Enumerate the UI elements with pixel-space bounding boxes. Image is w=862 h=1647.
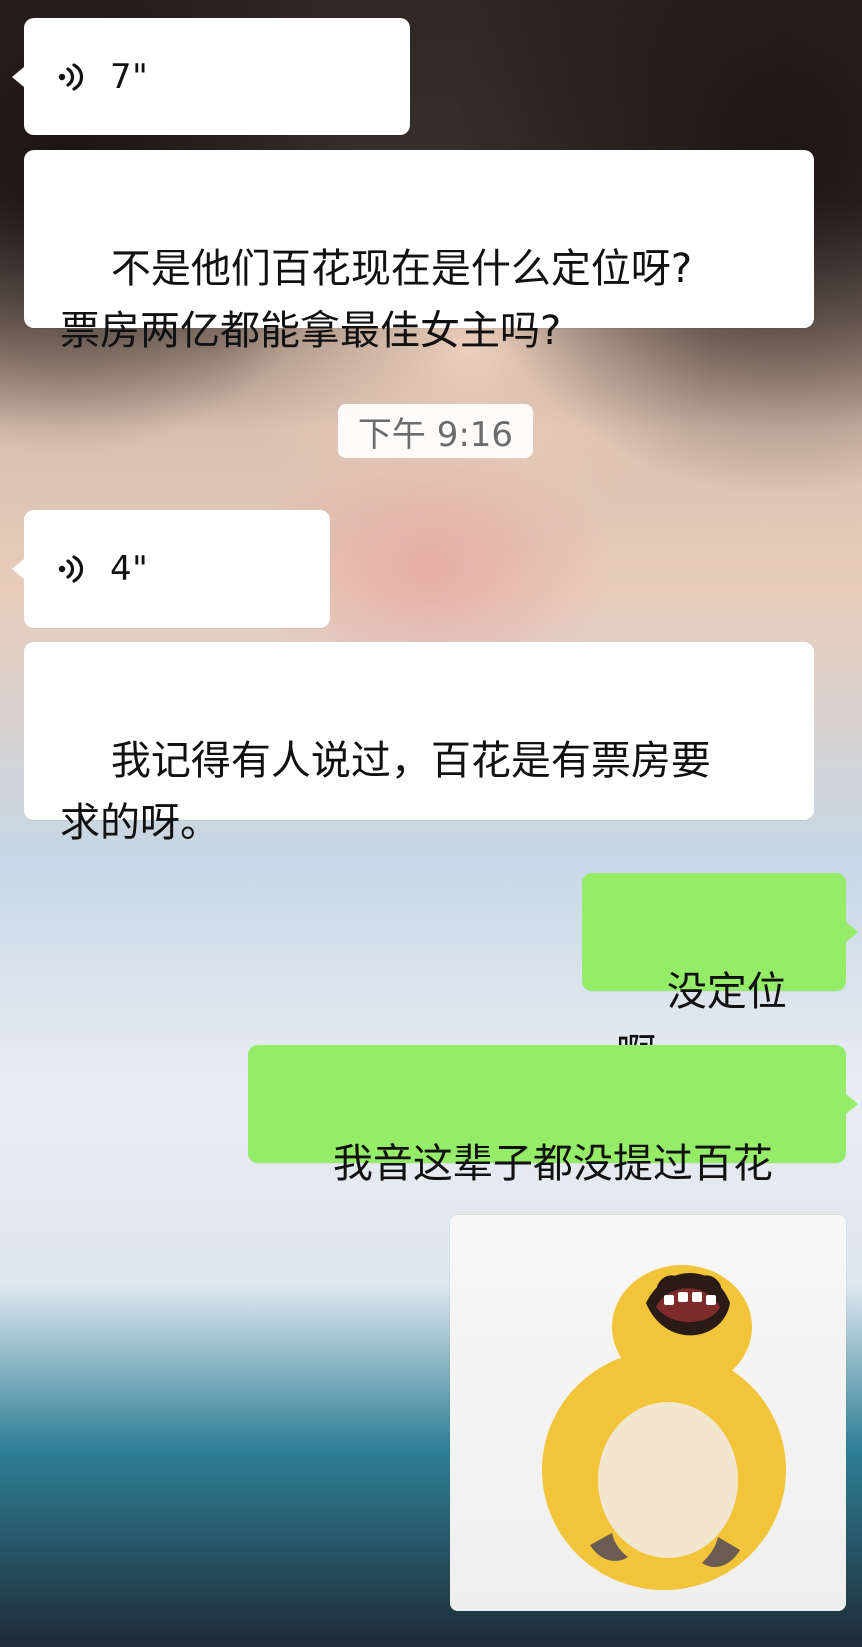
voice-duration: 4" xyxy=(110,549,149,589)
chat-thread: 7" 不是他们百花现在是什么定位呀? 票房两亿都能拿最佳女主吗? 下午 9:16… xyxy=(0,0,862,1647)
voice-duration: 7" xyxy=(110,56,149,97)
voice-wave-icon xyxy=(52,549,92,589)
text-message-bubble[interactable]: 没定位啊 xyxy=(582,873,846,1077)
sticker-message[interactable] xyxy=(450,1215,846,1611)
message-timestamp: 下午 9:16 xyxy=(338,404,533,458)
text-message-bubble[interactable]: 我记得有人说过，百花是有票房要 求的呀。 xyxy=(24,642,814,846)
laughing-yellow-monster-sticker xyxy=(450,1215,846,1611)
message-text: 我记得有人说过，百花是有票房要 求的呀。 xyxy=(60,738,711,846)
voice-wave-icon xyxy=(52,57,92,97)
timestamp-text: 下午 9:16 xyxy=(357,414,514,455)
voice-message-bubble[interactable]: 7" xyxy=(24,18,410,135)
text-message-bubble[interactable]: 我音这辈子都没提过百花 xyxy=(248,1045,846,1187)
message-text: 我音这辈子都没提过百花 xyxy=(332,1141,773,1187)
text-message-bubble[interactable]: 不是他们百花现在是什么定位呀? 票房两亿都能拿最佳女主吗? xyxy=(24,150,814,354)
message-text: 不是他们百花现在是什么定位呀? 票房两亿都能拿最佳女主吗? xyxy=(60,246,693,354)
voice-message-bubble[interactable]: 4" xyxy=(24,510,330,628)
